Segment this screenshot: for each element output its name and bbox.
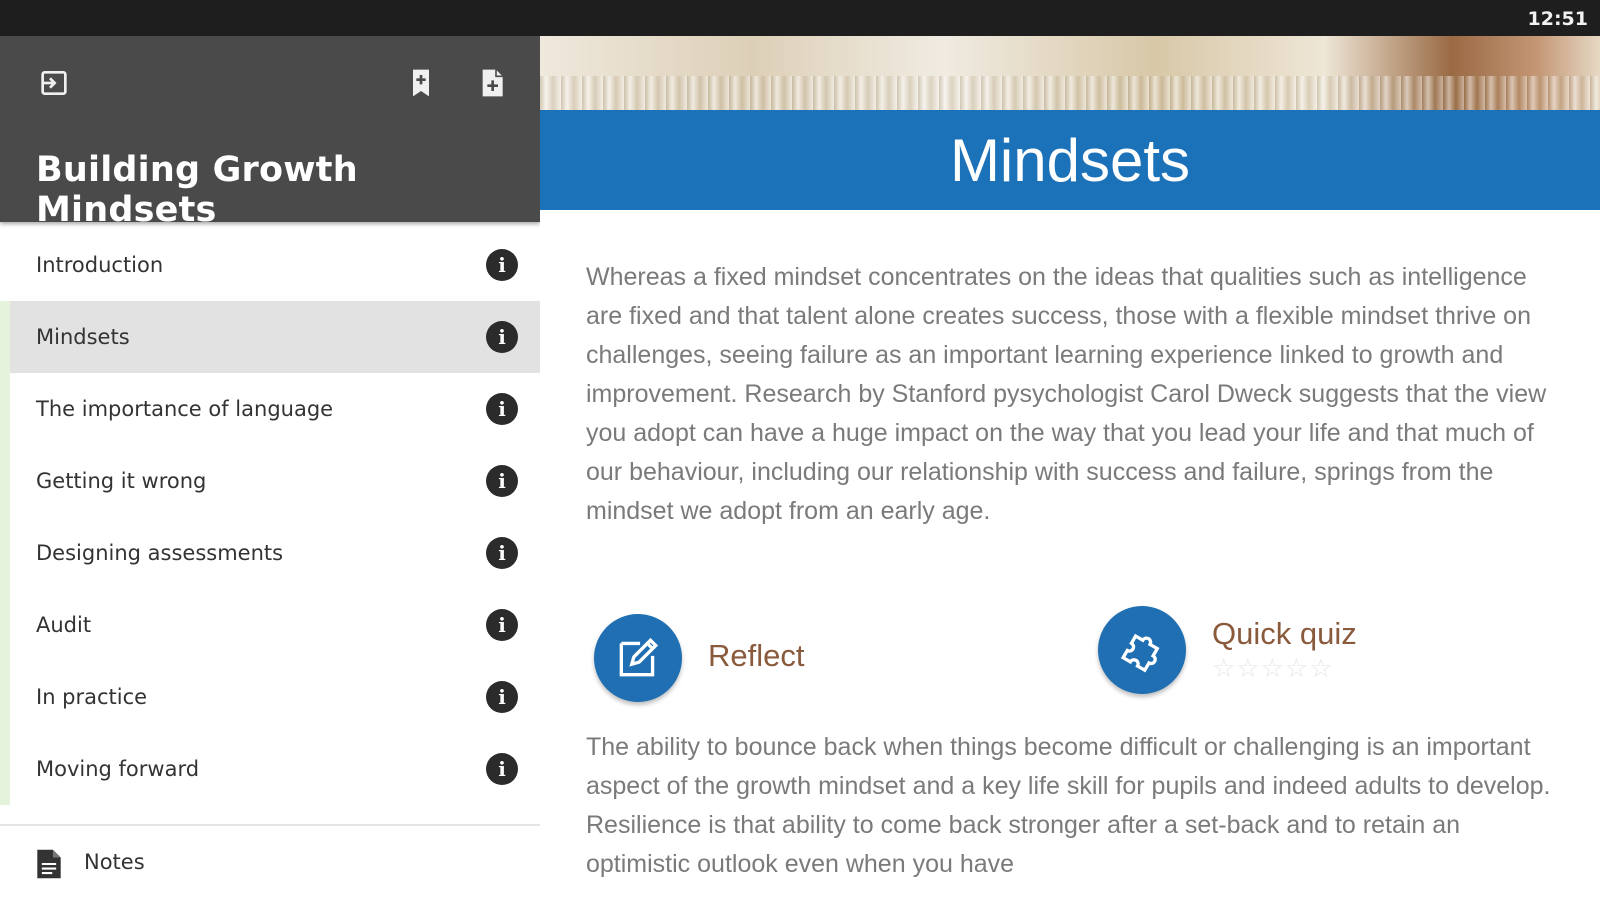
info-icon[interactable]: i	[486, 753, 518, 785]
info-icon[interactable]: i	[486, 393, 518, 425]
notes-item[interactable]: Notes	[0, 836, 540, 900]
reflect-button[interactable]	[594, 614, 682, 702]
document-add-icon	[482, 69, 503, 97]
reflect-label[interactable]: Reflect	[708, 638, 804, 674]
menu-item-audit[interactable]: Audit i	[0, 589, 540, 661]
quick-quiz-label[interactable]: Quick quiz	[1212, 616, 1357, 652]
info-icon[interactable]: i	[486, 249, 518, 281]
exit-button[interactable]	[32, 61, 76, 105]
menu-item-label: Designing assessments	[36, 541, 284, 565]
menu-item-label: Audit	[36, 613, 92, 637]
menu-item-label: Mindsets	[36, 325, 130, 349]
menu-item-introduction[interactable]: Introduction i	[0, 229, 540, 301]
notes-icon	[37, 849, 61, 879]
banner-texture	[540, 76, 1600, 110]
info-icon[interactable]: i	[486, 537, 518, 569]
add-bookmark-button[interactable]	[399, 61, 443, 105]
quiz-rating-stars: ☆☆☆☆☆	[1212, 654, 1334, 684]
body-paragraph: The ability to bounce back when things b…	[586, 733, 1551, 878]
info-icon[interactable]: i	[486, 609, 518, 641]
menu-divider	[0, 824, 540, 826]
menu-item-label: Moving forward	[36, 757, 200, 781]
menu-item-getting-it-wrong[interactable]: Getting it wrong i	[0, 445, 540, 517]
menu-item-moving-forward[interactable]: Moving forward i	[0, 733, 540, 805]
edit-icon	[619, 637, 659, 677]
menu-item-in-practice[interactable]: In practice i	[0, 661, 540, 733]
info-icon[interactable]: i	[486, 465, 518, 497]
info-icon[interactable]: i	[486, 321, 518, 353]
exit-icon	[41, 71, 67, 95]
sidebar-header: Building Growth Mindsets	[0, 36, 540, 230]
menu-item-importance-of-language[interactable]: The importance of language i	[0, 373, 540, 445]
menu-item-label: The importance of language	[36, 397, 334, 421]
course-title: Building Growth Mindsets	[36, 150, 358, 230]
body-paragraph: Whereas a fixed mindset concentrates on …	[586, 263, 1547, 525]
menu-item-mindsets[interactable]: Mindsets i	[0, 301, 540, 373]
menu-item-label: In practice	[36, 685, 148, 709]
quick-quiz-button[interactable]	[1098, 606, 1186, 694]
main-content: Mindsets Whereas a fixed mindset concent…	[540, 36, 1600, 900]
title-bar: Mindsets	[540, 110, 1600, 210]
menu-item-label: Introduction	[36, 253, 164, 277]
bookmark-add-icon	[413, 69, 429, 97]
info-icon[interactable]: i	[486, 681, 518, 713]
banner-image	[540, 36, 1600, 110]
menu-item-designing-assessments[interactable]: Designing assessments i	[0, 517, 540, 589]
add-document-button[interactable]	[470, 61, 514, 105]
chapter-menu: Introduction i Mindsets i The importance…	[0, 229, 540, 805]
clock: 12:51	[1527, 8, 1588, 30]
notes-label: Notes	[84, 850, 145, 874]
page-title: Mindsets	[949, 126, 1191, 194]
sidebar: Building Growth Mindsets Introduction i …	[0, 36, 540, 900]
puzzle-icon	[1120, 633, 1160, 673]
status-bar: 12:51	[0, 0, 1600, 36]
menu-item-label: Getting it wrong	[36, 469, 207, 493]
